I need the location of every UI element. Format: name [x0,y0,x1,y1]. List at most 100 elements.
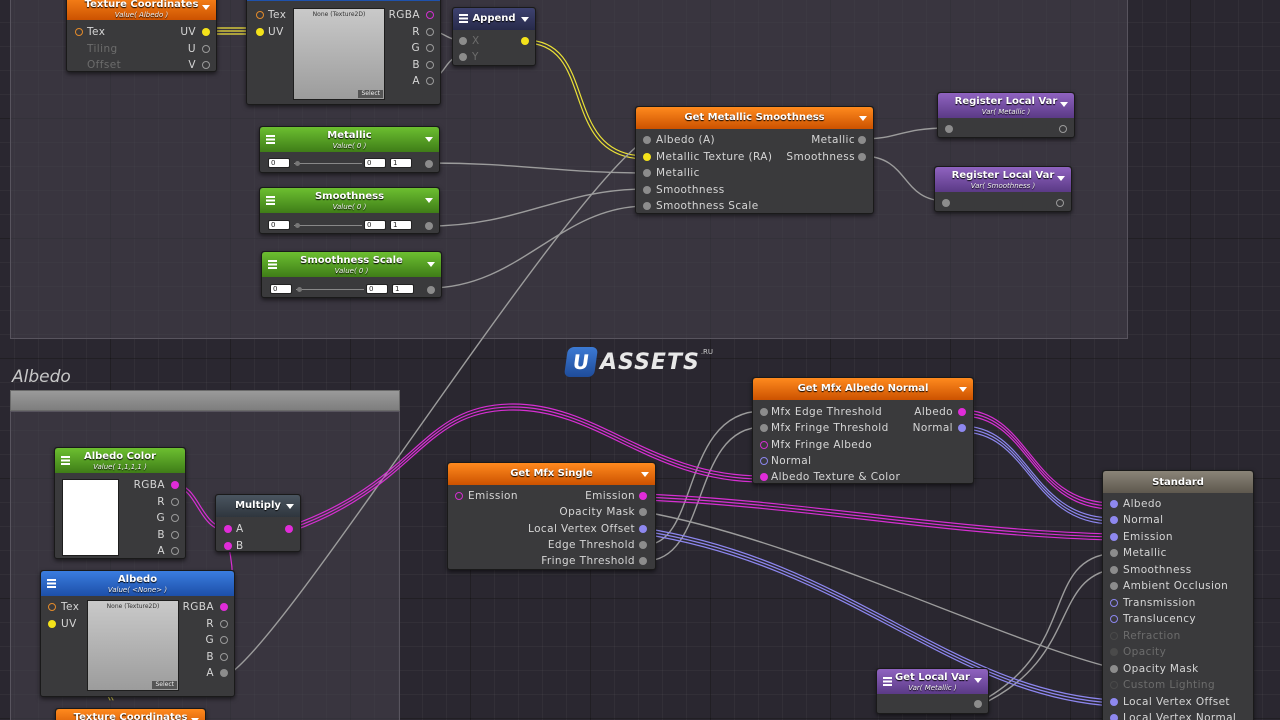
color-swatch[interactable] [62,479,119,556]
menu-icon[interactable] [266,135,275,144]
value-field[interactable]: 0 [268,158,290,168]
node-get-metallic-smoothness[interactable]: Get Metallic Smoothness Albedo (A) Metal… [635,106,874,214]
output-pin-normal[interactable] [958,424,966,432]
node-header[interactable]: Get Local Var Var( Metallic ) [877,669,988,694]
input-pin-mfx-fringe-albedo[interactable] [760,441,768,449]
output-pin-metallic[interactable] [858,136,866,144]
node-header[interactable]: Get Metallic Smoothness [636,107,873,129]
input-pin-translucency[interactable] [1110,615,1118,623]
output-pin-b[interactable] [171,531,179,539]
input-pin-custom-lighting[interactable] [1110,681,1118,689]
node-header[interactable]: Texture Coordinates Value( Albedo ) [67,0,216,20]
menu-icon[interactable] [61,456,70,465]
node-smoothness-value[interactable]: Smoothness Value( 0 ) 0 0 1 [259,187,440,234]
node-multiply[interactable]: Multiply A B [215,494,301,552]
output-pin-b[interactable] [426,61,434,69]
max-field[interactable]: 1 [390,220,412,230]
texture-preview[interactable]: None (Texture2D) Select [87,600,179,691]
input-pin-tex[interactable] [48,603,56,611]
output-pin-local-vertex-offset[interactable] [639,525,647,533]
input-pin-a[interactable] [224,525,232,533]
menu-icon[interactable] [47,579,56,588]
node-header[interactable]: Get Mfx Albedo Normal [753,378,973,400]
min-field[interactable]: 0 [364,220,386,230]
value-slider-track[interactable] [296,289,364,290]
node-header[interactable] [247,0,440,1]
node-smoothness-scale-value[interactable]: Smoothness Scale Value( 0 ) 0 0 1 [261,251,442,298]
input-pin-y[interactable] [459,53,467,61]
node-texture-sample-top[interactable]: Tex UV None (Texture2D) Select RGBA R G … [246,0,441,105]
input-pin-uv[interactable] [48,620,56,628]
chevron-down-icon[interactable] [521,17,529,22]
node-get-mfx-albedo-normal[interactable]: Get Mfx Albedo Normal Mfx Edge Threshold… [752,377,974,484]
input-pin-mfx-fringe-threshold[interactable] [760,424,768,432]
output-pin[interactable] [1056,199,1064,207]
chevron-down-icon[interactable] [959,387,967,392]
node-get-local-var-metallic[interactable]: Get Local Var Var( Metallic ) [876,668,989,714]
input-pin-mfx-edge-threshold[interactable] [760,408,768,416]
output-pin-b[interactable] [220,653,228,661]
node-header[interactable]: Metallic Value( 0 ) [260,127,439,152]
select-texture-button[interactable]: Select [152,681,177,689]
input-pin-opacity[interactable] [1110,648,1118,656]
value-field[interactable]: 0 [268,220,290,230]
output-pin-rgba[interactable] [171,481,179,489]
output-pin-emission[interactable] [639,492,647,500]
input-pin-ambient-occlusion[interactable] [1110,582,1118,590]
output-pin-r[interactable] [220,620,228,628]
output-pin-r[interactable] [426,28,434,36]
chevron-down-icon[interactable] [1057,176,1065,181]
select-texture-button[interactable]: Select [358,90,383,98]
output-pin-albedo[interactable] [958,408,966,416]
node-header[interactable]: Standard [1103,471,1253,493]
input-pin-smoothness[interactable] [643,186,651,194]
output-pin-g[interactable] [171,514,179,522]
node-register-local-var-metallic[interactable]: Register Local Var Var( Metallic ) [937,92,1075,138]
input-pin-opacity-mask[interactable] [1110,665,1118,673]
node-graph-canvas[interactable]: Albedo Texture Coordinates Value(Albedo… [0,0,1280,720]
node-header[interactable]: Register Local Var Var( Metallic ) [938,93,1074,118]
chevron-down-icon[interactable] [202,5,210,10]
chevron-down-icon[interactable] [286,504,294,509]
output-pin-uv[interactable] [202,28,210,36]
node-header[interactable]: Get Mfx Single [448,463,655,485]
input-pin-transmission[interactable] [1110,599,1118,607]
output-pin[interactable] [521,37,529,45]
input-pin-albedo[interactable] [1110,500,1118,508]
input-pin-metallic[interactable] [643,169,651,177]
output-pin[interactable] [427,286,435,294]
input-pin[interactable] [942,199,950,207]
input-pin-emission[interactable] [1110,533,1118,541]
node-standard-output[interactable]: Standard Albedo Normal Emission Metallic… [1102,470,1254,720]
chevron-down-icon[interactable] [425,137,433,142]
node-header[interactable]: Albedo Color Value( 1,1,1,1 ) [55,448,185,473]
output-pin-rgba[interactable] [220,603,228,611]
input-pin-local-vertex-normal[interactable] [1110,714,1118,720]
max-field[interactable]: 1 [392,284,414,294]
node-albedo-texture[interactable]: Albedo Value( <None> ) Tex UV None (Text… [40,570,235,697]
output-pin-r[interactable] [171,498,179,506]
node-register-local-var-smoothness[interactable]: Register Local Var Var( Smoothness ) [934,166,1072,212]
output-pin-opacity-mask[interactable] [639,508,647,516]
output-pin-v[interactable] [202,61,210,69]
input-pin-smoothness[interactable] [1110,566,1118,574]
output-pin-a[interactable] [426,77,434,85]
input-pin-normal[interactable] [760,457,768,465]
output-pin[interactable] [285,525,293,533]
input-pin-x[interactable] [459,37,467,45]
input-pin[interactable] [945,125,953,133]
value-slider-knob[interactable] [295,223,300,228]
input-pin-metallic-texture[interactable] [643,153,651,161]
node-append[interactable]: Append X Y [452,7,536,66]
node-metallic-value[interactable]: Metallic Value( 0 ) 0 0 1 [259,126,440,173]
output-pin-u[interactable] [202,45,210,53]
node-header[interactable]: Multiply [216,495,300,517]
input-pin-smoothness-scale[interactable] [643,202,651,210]
input-pin-local-vertex-offset[interactable] [1110,698,1118,706]
chevron-down-icon[interactable] [641,472,649,477]
output-pin[interactable] [1059,125,1067,133]
value-field[interactable]: 0 [270,284,292,294]
input-pin-emission[interactable] [455,492,463,500]
menu-icon[interactable] [459,14,468,23]
output-pin[interactable] [425,160,433,168]
